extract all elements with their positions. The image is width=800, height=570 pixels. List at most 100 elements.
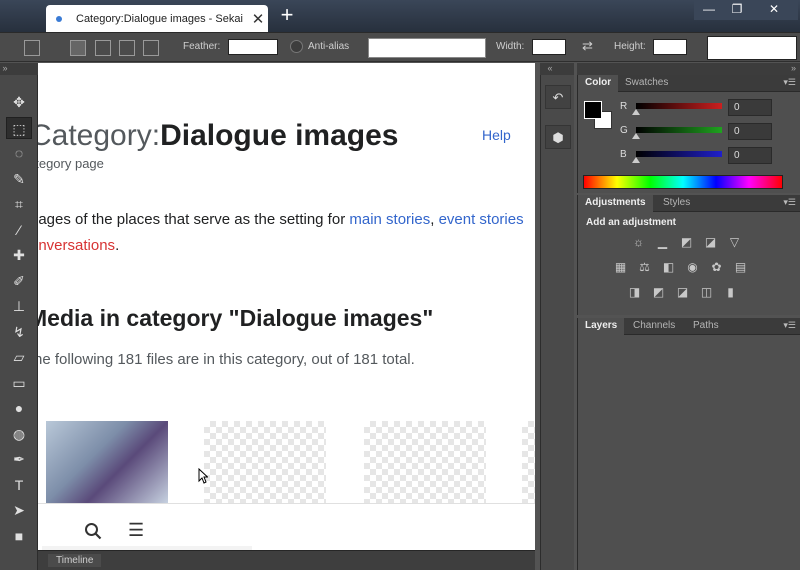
- conversations-link[interactable]: onversations: [38, 237, 115, 254]
- gradient-tool-icon[interactable]: ▭: [6, 372, 32, 394]
- layers-panel-tabs: Layers Channels Paths ▾☰: [578, 318, 800, 335]
- panel-menu-icon[interactable]: ▾☰: [783, 77, 796, 88]
- vibrance-icon[interactable]: ▽: [726, 235, 743, 250]
- mid-dock-collapse-bar[interactable]: «: [540, 63, 574, 75]
- invert-icon[interactable]: ◨: [626, 285, 643, 300]
- bw-icon[interactable]: ◧: [660, 260, 677, 275]
- intersect-selection-icon[interactable]: [143, 40, 159, 56]
- photo-filter-icon[interactable]: ◉: [684, 260, 701, 275]
- slider-knob[interactable]: [632, 157, 640, 163]
- add-adjustment-title: Add an adjustment: [586, 217, 677, 228]
- healing-brush-tool-icon[interactable]: ✚: [6, 244, 32, 266]
- color-balance-icon[interactable]: ⚖: [636, 260, 653, 275]
- media-heading: Media in category "Dialogue images": [38, 305, 434, 331]
- gallery-thumbnail[interactable]: [46, 421, 168, 503]
- window-close-button[interactable]: ✕: [750, 0, 798, 20]
- intro-text: nages of the places that serve as the se…: [38, 211, 350, 228]
- gallery-thumbnail-placeholder[interactable]: [522, 421, 535, 503]
- tab-favicon-icon: [56, 15, 62, 22]
- brightness-icon[interactable]: ☼: [630, 235, 647, 250]
- tab-styles[interactable]: Styles: [656, 195, 697, 212]
- tab-adjustments[interactable]: Adjustments: [578, 195, 653, 212]
- event-stories-link[interactable]: event stories: [439, 211, 524, 228]
- document-canvas[interactable]: Category:Dialogue images Help ategory pa…: [38, 63, 535, 550]
- help-link[interactable]: Help: [482, 127, 511, 143]
- dodge-tool-icon[interactable]: ◍: [6, 423, 32, 445]
- panel-menu-icon[interactable]: ▾☰: [783, 320, 796, 331]
- channel-mixer-icon[interactable]: ✿: [708, 260, 725, 275]
- width-input[interactable]: [532, 39, 566, 55]
- lasso-tool-icon[interactable]: ◌: [6, 142, 32, 164]
- antialias-checkbox[interactable]: [290, 40, 303, 53]
- path-select-tool-icon[interactable]: ➤: [6, 499, 32, 521]
- marquee-tool-icon[interactable]: ⬚: [6, 116, 32, 139]
- crop-tool-icon[interactable]: ⌗: [6, 193, 32, 215]
- height-input[interactable]: [653, 39, 687, 55]
- swap-dimensions-icon[interactable]: ⇄: [582, 38, 593, 54]
- foreground-color-swatch[interactable]: [584, 101, 602, 119]
- gradient-map-icon[interactable]: ◫: [698, 285, 715, 300]
- window-maximize-button[interactable]: ❐: [722, 0, 752, 20]
- timeline-tab[interactable]: Timeline: [48, 554, 102, 567]
- marquee-preset-icon[interactable]: [24, 40, 40, 56]
- stamp-tool-icon[interactable]: ⊥: [6, 295, 32, 317]
- width-label: Width:: [496, 41, 525, 52]
- exposure-icon[interactable]: ◪: [702, 235, 719, 250]
- toolbar-collapse-bar[interactable]: »: [0, 63, 38, 75]
- adjustments-panel-tabs: Adjustments Styles ▾☰: [578, 195, 800, 212]
- browser-tab-active[interactable]: Category:Dialogue images - Sekai ✕: [46, 5, 268, 32]
- slider-r[interactable]: R0: [618, 99, 798, 117]
- type-tool-icon[interactable]: T: [6, 474, 32, 496]
- search-icon[interactable]: [84, 522, 102, 540]
- selective-color-icon[interactable]: ▮: [722, 285, 739, 300]
- tab-color[interactable]: Color: [578, 75, 619, 92]
- color-lookup-icon[interactable]: ▤: [732, 260, 749, 275]
- levels-icon[interactable]: ▁: [654, 235, 671, 250]
- posterize-icon[interactable]: ◩: [650, 285, 667, 300]
- subtract-selection-icon[interactable]: [119, 40, 135, 56]
- shape-tool-icon[interactable]: ■: [6, 525, 32, 547]
- eraser-tool-icon[interactable]: ▱: [6, 346, 32, 368]
- quick-select-tool-icon[interactable]: ✎: [6, 168, 32, 190]
- history-panel-icon[interactable]: ↶: [545, 85, 571, 109]
- slider-value-input[interactable]: 0: [728, 123, 772, 140]
- brush-tool-icon[interactable]: ✐: [6, 270, 32, 292]
- history-brush-tool-icon[interactable]: ↯: [6, 321, 32, 343]
- gallery-thumbnail-placeholder[interactable]: [364, 421, 486, 503]
- pen-tool-icon[interactable]: ✒: [6, 448, 32, 470]
- eyedropper-tool-icon[interactable]: ⁄: [6, 219, 32, 241]
- slider-knob[interactable]: [632, 109, 640, 115]
- slider-track[interactable]: [636, 103, 722, 109]
- tab-channels[interactable]: Channels: [626, 318, 682, 335]
- window-minimize-button[interactable]: —: [694, 0, 724, 20]
- tab-paths[interactable]: Paths: [686, 318, 726, 335]
- color-spectrum-ramp[interactable]: [583, 175, 783, 189]
- slider-b[interactable]: B0: [618, 147, 798, 165]
- hamburger-menu-icon[interactable]: ☰: [128, 521, 148, 540]
- move-tool-icon[interactable]: ✥: [6, 91, 32, 113]
- style-dropdown[interactable]: [368, 38, 486, 58]
- new-tab-button[interactable]: +: [276, 4, 298, 27]
- add-selection-icon[interactable]: [95, 40, 111, 56]
- slider-value-input[interactable]: 0: [728, 147, 772, 164]
- feather-input[interactable]: [228, 39, 278, 55]
- slider-value-input[interactable]: 0: [728, 99, 772, 116]
- right-dock-collapse-bar[interactable]: »: [577, 63, 800, 75]
- main-stories-link[interactable]: main stories: [349, 211, 430, 228]
- slider-track[interactable]: [636, 127, 722, 133]
- blur-tool-icon[interactable]: ●: [6, 397, 32, 419]
- gallery-thumbnail-placeholder[interactable]: [204, 421, 326, 503]
- slider-knob[interactable]: [632, 133, 640, 139]
- slider-g[interactable]: G0: [618, 123, 798, 141]
- panel-menu-icon[interactable]: ▾☰: [783, 197, 796, 208]
- new-selection-icon[interactable]: [70, 40, 86, 56]
- threshold-icon[interactable]: ◪: [674, 285, 691, 300]
- 3d-panel-icon[interactable]: ⬢: [545, 125, 571, 149]
- refine-edge-button[interactable]: [707, 36, 797, 60]
- curves-icon[interactable]: ◩: [678, 235, 695, 250]
- hue-sat-icon[interactable]: ▦: [612, 260, 629, 275]
- tab-layers[interactable]: Layers: [578, 318, 625, 335]
- tab-swatches[interactable]: Swatches: [618, 75, 675, 92]
- tab-close-icon[interactable]: ✕: [248, 10, 268, 28]
- slider-track[interactable]: [636, 151, 722, 157]
